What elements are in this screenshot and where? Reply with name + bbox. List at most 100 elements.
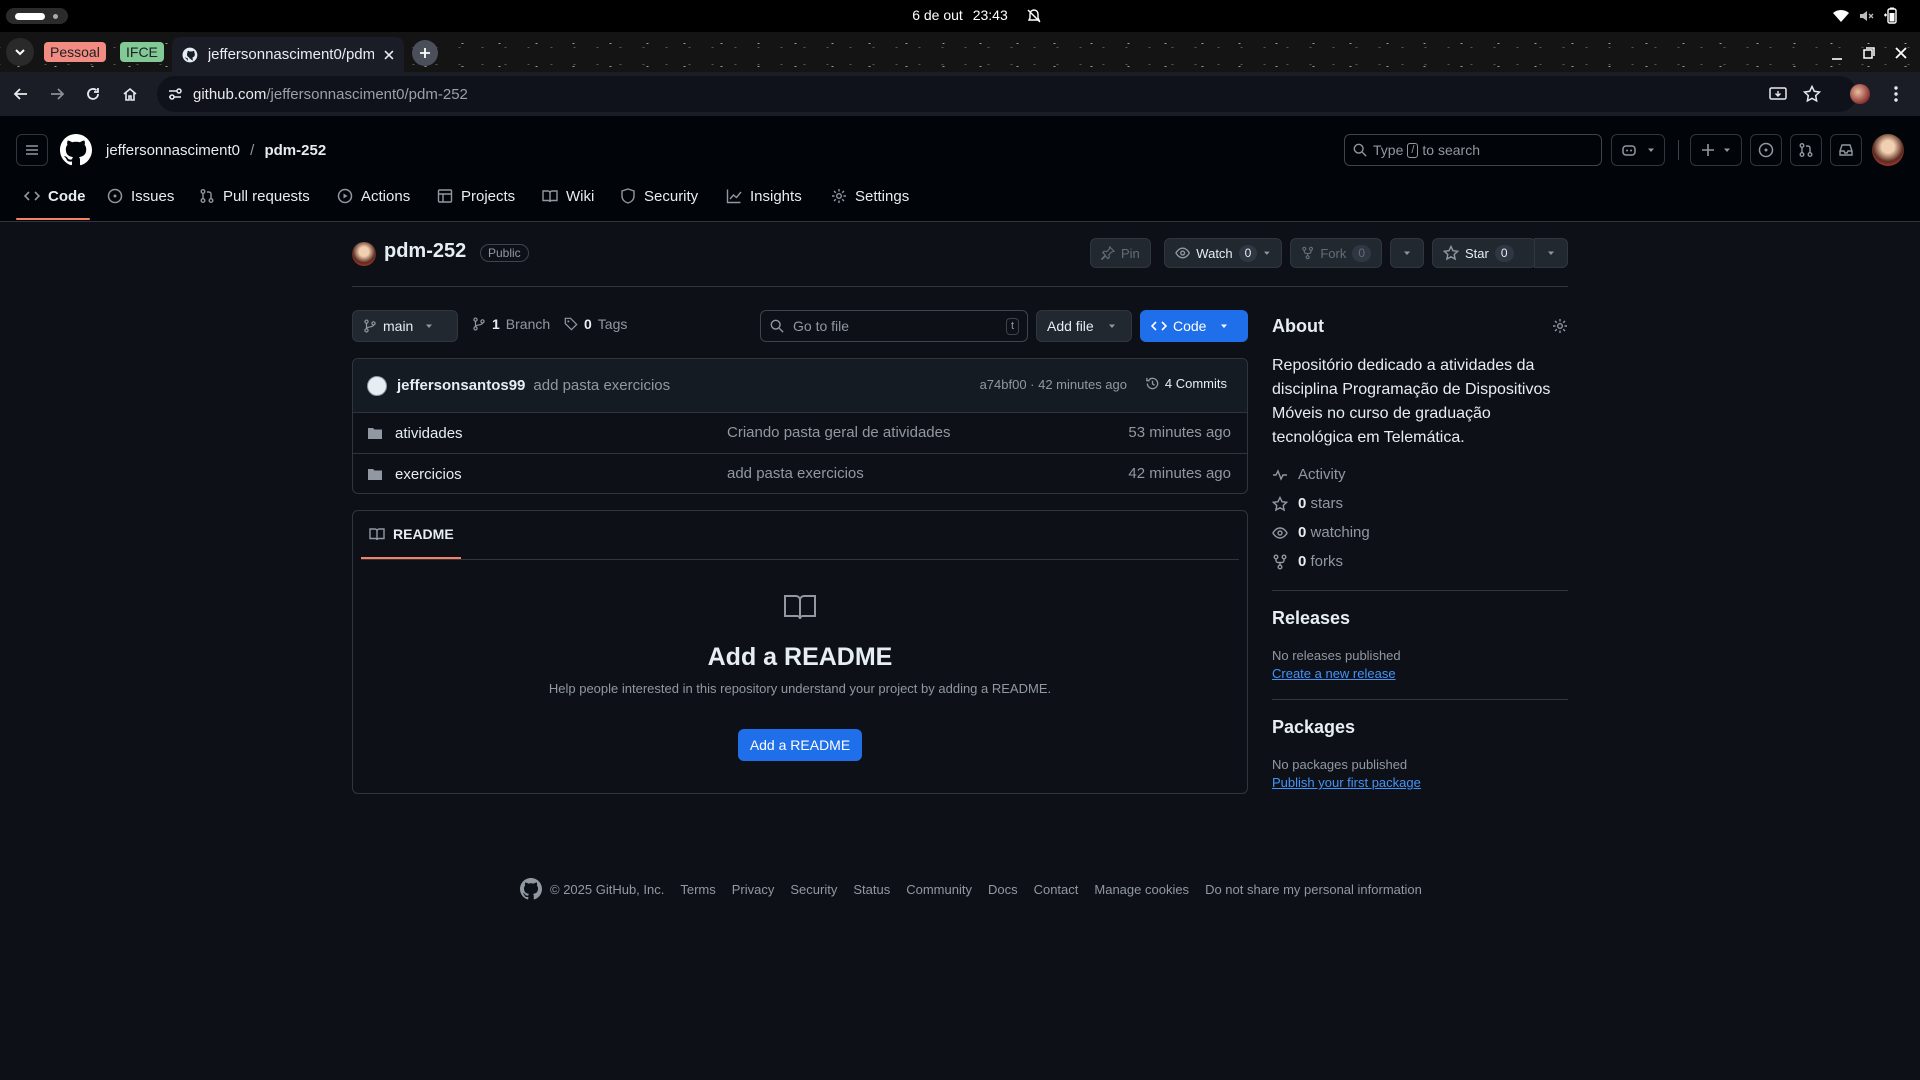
tab-group-pessoal[interactable]: Pessoal bbox=[44, 42, 106, 62]
gear-icon[interactable] bbox=[1552, 318, 1568, 334]
breadcrumb-repo[interactable]: pdm-252 bbox=[264, 142, 326, 159]
minimize-icon[interactable] bbox=[1830, 48, 1844, 62]
footer-link-contact[interactable]: Contact bbox=[1034, 882, 1079, 897]
commit-author[interactable]: jeffersonsantos99 bbox=[397, 377, 525, 394]
github-logo-icon[interactable] bbox=[60, 134, 92, 166]
tab-actions[interactable]: Actions bbox=[337, 180, 410, 212]
notifications-off-icon[interactable] bbox=[1026, 8, 1042, 24]
repo-name[interactable]: pdm-252 bbox=[384, 240, 466, 263]
issues-button[interactable] bbox=[1750, 134, 1782, 166]
stars-link[interactable]: 0 stars bbox=[1272, 495, 1343, 512]
readme-tab[interactable]: README bbox=[361, 511, 461, 559]
file-row[interactable]: atividades Criando pasta geral de ativid… bbox=[353, 412, 1247, 453]
profile-avatar[interactable] bbox=[1850, 84, 1870, 104]
back-arrow-icon[interactable] bbox=[13, 86, 29, 102]
tab-projects[interactable]: Projects bbox=[437, 180, 515, 212]
commit-message[interactable]: add pasta exercicios bbox=[533, 377, 670, 394]
watch-button[interactable]: Watch 0 bbox=[1164, 238, 1282, 268]
bookmark-star-icon[interactable] bbox=[1803, 85, 1821, 103]
commit-author-avatar[interactable] bbox=[367, 375, 387, 396]
code-icon bbox=[24, 191, 40, 201]
tab-insights[interactable]: Insights bbox=[726, 180, 802, 212]
create-new-button[interactable] bbox=[1690, 134, 1742, 166]
hamburger-menu-button[interactable] bbox=[16, 134, 48, 166]
footer-link-community[interactable]: Community bbox=[906, 882, 972, 897]
battery-icon[interactable] bbox=[1882, 7, 1900, 25]
branches-link[interactable]: 1 Branch bbox=[472, 316, 550, 332]
breadcrumb-owner[interactable]: jeffersonnasciment0 bbox=[106, 142, 240, 159]
search-input[interactable]: Type / to search bbox=[1344, 134, 1602, 166]
activity-link[interactable]: Activity bbox=[1272, 466, 1346, 483]
tab-wiki[interactable]: Wiki bbox=[542, 180, 594, 212]
packages-title[interactable]: Packages bbox=[1272, 717, 1355, 738]
reload-icon[interactable] bbox=[85, 86, 101, 102]
active-tab[interactable]: jeffersonnasciment0/pdm-252 bbox=[172, 37, 404, 72]
tab-pull-requests[interactable]: Pull requests bbox=[199, 180, 310, 212]
releases-title[interactable]: Releases bbox=[1272, 608, 1350, 629]
os-clock[interactable]: 6 de out 23:43 bbox=[0, 7, 1920, 23]
add-file-button[interactable]: Add file bbox=[1036, 310, 1132, 342]
footer-link-manage-cookies[interactable]: Manage cookies bbox=[1094, 882, 1189, 897]
close-window-icon[interactable] bbox=[1894, 46, 1908, 60]
fork-button[interactable]: Fork 0 bbox=[1290, 238, 1382, 268]
new-tab-button[interactable] bbox=[412, 40, 438, 66]
home-icon[interactable] bbox=[122, 86, 138, 102]
close-tab-icon[interactable] bbox=[384, 49, 394, 60]
pin-button[interactable]: Pin bbox=[1090, 238, 1151, 268]
address-bar[interactable]: github.com/jeffersonnasciment0/pdm-252 bbox=[157, 76, 1857, 112]
tags-link[interactable]: 0 Tags bbox=[564, 316, 627, 332]
owner-avatar[interactable] bbox=[352, 242, 376, 266]
tab-security[interactable]: Security bbox=[620, 180, 698, 212]
file-name[interactable]: exercicios bbox=[395, 466, 462, 483]
tab-wiki-label: Wiki bbox=[566, 187, 595, 205]
footer-link-status[interactable]: Status bbox=[853, 882, 890, 897]
footer-link-terms[interactable]: Terms bbox=[680, 882, 715, 897]
forks-link[interactable]: 0 forks bbox=[1272, 553, 1343, 570]
gear-icon bbox=[832, 189, 846, 203]
file-commit-message[interactable]: add pasta exercicios bbox=[727, 465, 864, 482]
file-commit-message[interactable]: Criando pasta geral de atividades bbox=[727, 424, 950, 441]
commits-link[interactable]: 4 Commits bbox=[1145, 376, 1227, 391]
wifi-icon[interactable] bbox=[1832, 8, 1850, 24]
footer-link-privacy[interactable]: Privacy bbox=[732, 882, 775, 897]
star-button[interactable]: Star 0 bbox=[1432, 238, 1536, 268]
forward-arrow-icon[interactable] bbox=[49, 86, 65, 102]
code-button[interactable]: Code bbox=[1140, 310, 1248, 342]
star-dropdown-button[interactable] bbox=[1534, 238, 1568, 268]
file-row[interactable]: exercicios add pasta exercicios 42 minut… bbox=[353, 453, 1247, 493]
go-to-file-input[interactable]: Go to file t bbox=[760, 310, 1028, 342]
os-top-bar: 6 de out 23:43 bbox=[0, 0, 1920, 32]
file-name[interactable]: atividades bbox=[395, 425, 463, 442]
pull-requests-button[interactable] bbox=[1790, 134, 1822, 166]
tab-search-button[interactable] bbox=[6, 38, 34, 66]
tab-settings[interactable]: Settings bbox=[831, 180, 909, 212]
github-logo-icon[interactable] bbox=[520, 878, 542, 900]
title-divider bbox=[352, 286, 1568, 287]
publish-package-link[interactable]: Publish your first package bbox=[1272, 775, 1421, 790]
install-app-icon[interactable] bbox=[1769, 86, 1787, 102]
browser-menu-icon[interactable] bbox=[1893, 86, 1899, 102]
add-readme-button[interactable]: Add a README bbox=[738, 729, 862, 761]
pulse-icon bbox=[1273, 468, 1287, 481]
create-release-link[interactable]: Create a new release bbox=[1272, 666, 1396, 681]
tab-group-ifce[interactable]: IFCE bbox=[120, 42, 164, 62]
tab-actions-label: Actions bbox=[361, 187, 411, 205]
fork-icon bbox=[1302, 246, 1314, 260]
tab-issues[interactable]: Issues bbox=[107, 180, 174, 212]
branch-selector[interactable]: main bbox=[352, 310, 458, 342]
watching-link[interactable]: 0 watching bbox=[1272, 524, 1370, 541]
watching-label: watching bbox=[1310, 524, 1370, 541]
commit-hash-time[interactable]: a74bf00 · 42 minutes ago bbox=[980, 377, 1127, 392]
inbox-button[interactable] bbox=[1830, 134, 1862, 166]
site-info-icon[interactable] bbox=[167, 86, 183, 102]
footer-link-docs[interactable]: Docs bbox=[988, 882, 1018, 897]
fork-dropdown-button[interactable] bbox=[1390, 238, 1424, 268]
restore-icon[interactable] bbox=[1862, 46, 1876, 60]
tab-code[interactable]: Code bbox=[24, 180, 86, 212]
volume-muted-icon[interactable] bbox=[1858, 8, 1874, 24]
user-avatar[interactable] bbox=[1872, 134, 1904, 166]
footer-link-do-not-share[interactable]: Do not share my personal information bbox=[1205, 882, 1422, 897]
footer-link-security[interactable]: Security bbox=[790, 882, 837, 897]
copilot-button[interactable] bbox=[1611, 134, 1665, 166]
branches-count: 1 bbox=[492, 316, 500, 332]
